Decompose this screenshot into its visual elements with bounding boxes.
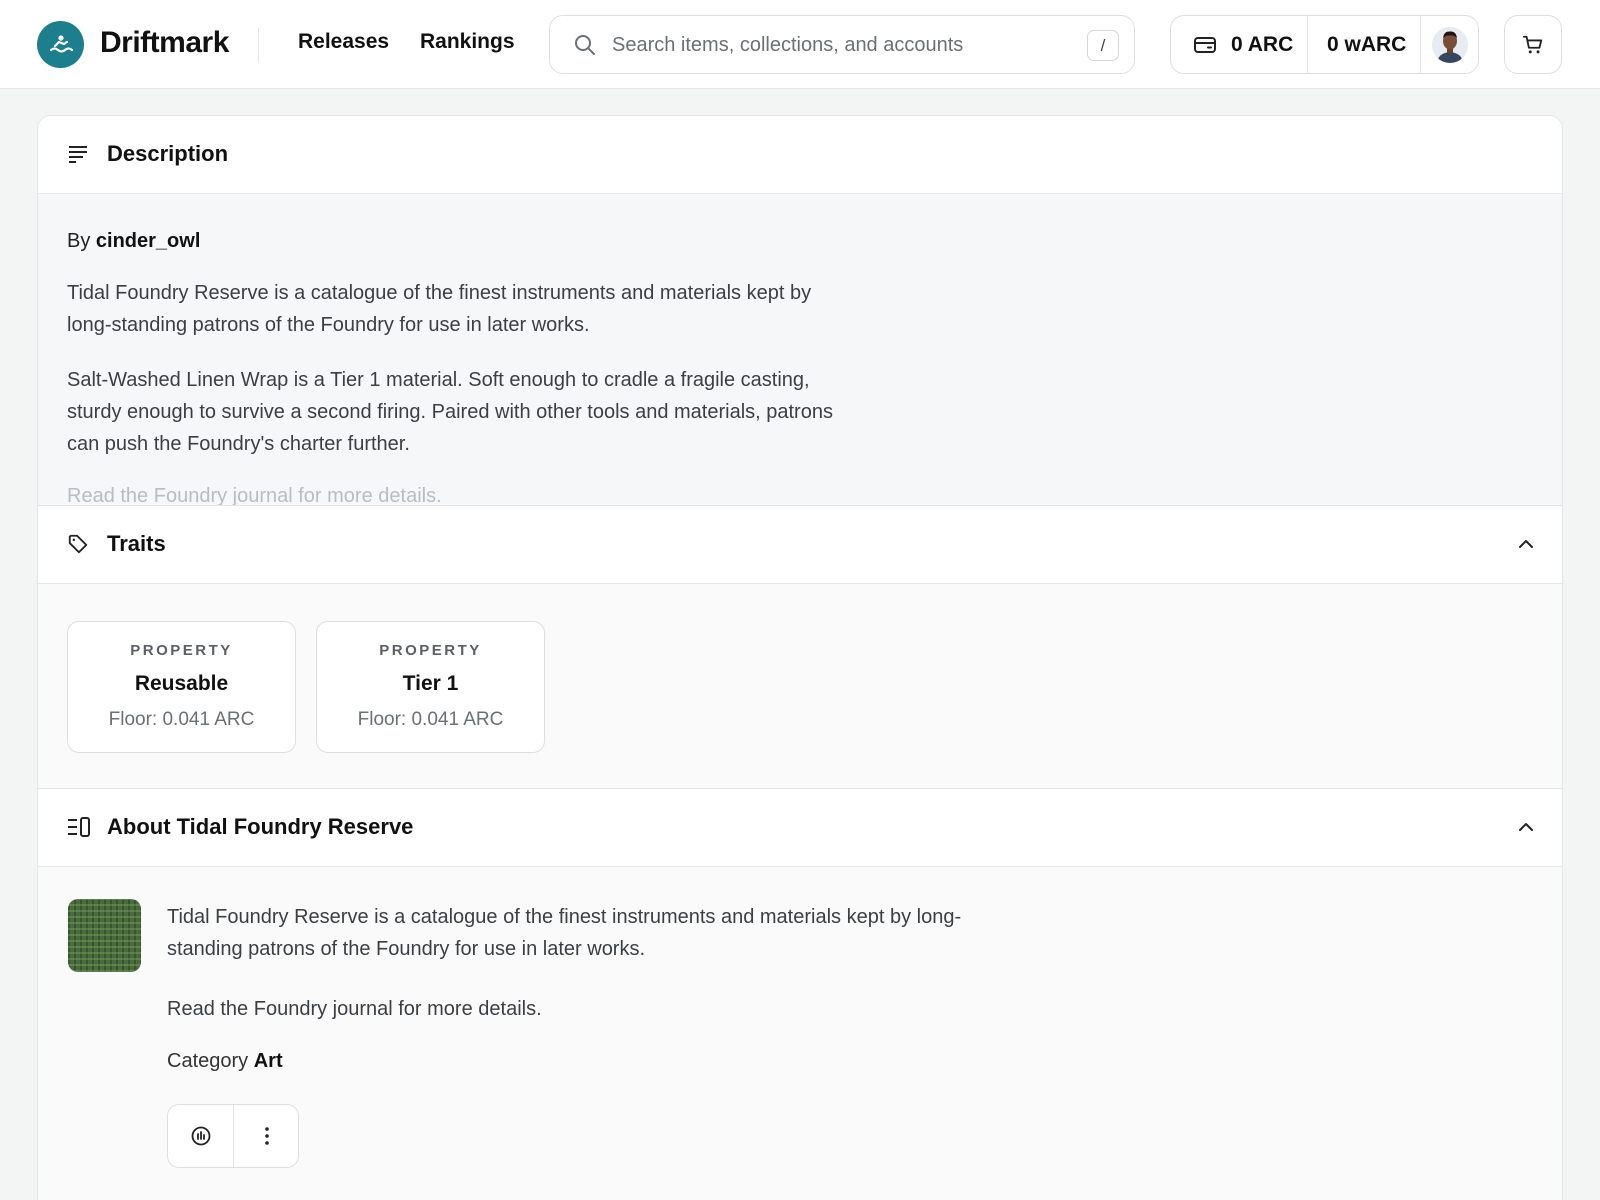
trait-card-reusable[interactable]: PROPERTY Reusable Floor: 0.041 ARC [67,621,296,753]
about-paragraph-1: Tidal Foundry Reserve is a catalogue of … [167,906,962,960]
activity-icon [191,1126,210,1146]
list-panel-icon [68,817,90,837]
trait-type: PROPERTY [130,642,233,659]
user-avatar-icon [1432,26,1468,63]
nav-releases[interactable]: Releases [298,30,389,54]
description-paragraph-2: Salt-Washed Linen Wrap is a Tier 1 mater… [67,369,833,455]
traits-title: Traits [107,531,166,556]
more-options-button[interactable] [234,1105,299,1167]
trait-floor-price: Floor: 0.041 ARC [108,709,255,730]
description-body: By cinder_owl Tidal Foundry Reserve is a… [38,195,1562,507]
brand-logo[interactable] [37,21,84,68]
wallet-divider [1307,16,1308,73]
creator-link[interactable]: cinder_owl [96,230,200,252]
search-input[interactable] [612,28,1072,62]
collection-actions [167,1104,299,1168]
warc-balance: 0 wARC [1327,32,1407,56]
trait-value: Tier 1 [402,672,459,695]
brand-name[interactable]: Driftmark [100,26,229,60]
about-paragraph-2: Read the Foundry journal for more detail… [167,998,542,1020]
description-paragraph-1: Tidal Foundry Reserve is a catalogue of … [67,282,812,336]
arc-balance-button[interactable]: 0 ARC [1193,16,1293,73]
trait-type: PROPERTY [379,642,482,659]
wave-person-icon [49,34,73,53]
trait-value: Reusable [134,672,229,695]
description-header: Description [38,116,1562,194]
item-details-panel: Description By cinder_owl Tidal Foundry … [37,115,1563,1200]
chevron-up-icon[interactable] [1516,534,1536,554]
chevron-up-icon[interactable] [1516,817,1536,837]
profile-button[interactable] [1432,16,1468,73]
category-value: Art [253,1050,283,1072]
header-divider [258,28,259,62]
more-vertical-icon [264,1127,269,1145]
stats-button[interactable] [168,1105,233,1167]
wallet-divider [1420,16,1421,73]
cart-icon [1522,35,1543,53]
search-icon [575,35,595,55]
nav-rankings[interactable]: Rankings [420,30,515,54]
warc-balance-button[interactable]: 0 wARC [1327,16,1406,73]
about-title: About Tidal Foundry Reserve [107,814,414,839]
arc-balance: 0 ARC [1231,32,1294,56]
wallet-balances: 0 ARC 0 wARC [1170,15,1479,74]
tag-icon [68,534,88,554]
cart-button[interactable] [1504,15,1562,74]
wallet-icon [1194,36,1216,53]
trait-card-tier-1[interactable]: PROPERTY Tier 1 Floor: 0.041 ARC [316,621,545,753]
by-prefix: By [67,230,91,252]
category-label: Category [167,1050,249,1072]
creator-byline: By cinder_owl [67,230,200,253]
top-navigation-bar: Driftmark Releases Rankings / 0 ARC 0 wA… [0,0,1600,89]
trait-floor-price: Floor: 0.041 ARC [357,709,504,730]
search-shortcut-key: / [1087,30,1119,61]
description-title: Description [107,141,229,166]
traits-header[interactable]: Traits [38,506,1562,584]
lines-icon [69,146,87,163]
collection-category: Category Art [167,1050,283,1073]
collection-thumbnail[interactable] [68,899,141,972]
about-header[interactable]: About Tidal Foundry Reserve [38,789,1562,867]
avatar [1432,26,1468,63]
search-bar[interactable]: / [549,15,1135,74]
